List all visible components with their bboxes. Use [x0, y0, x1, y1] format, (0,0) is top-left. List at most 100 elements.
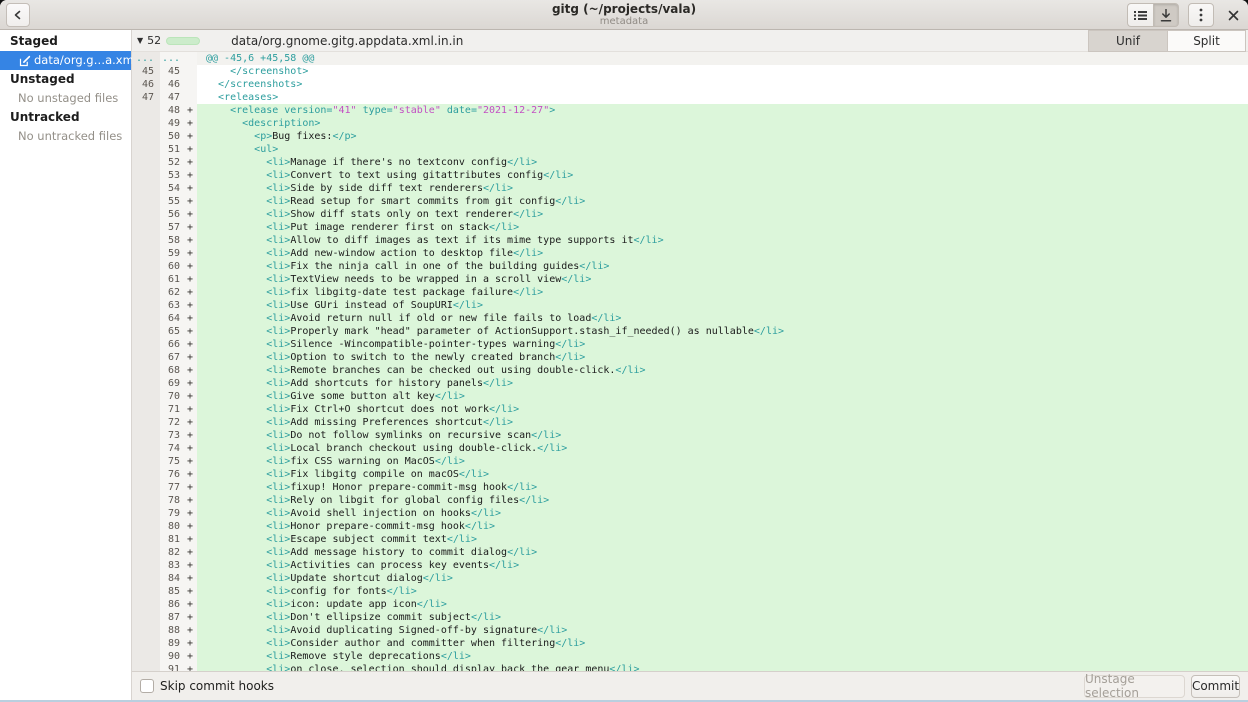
- old-line-number: [132, 273, 160, 286]
- diff-line[interactable]: 59+ <li>Add new-window action to desktop…: [132, 247, 1248, 260]
- diff-line[interactable]: 4747 <releases>: [132, 91, 1248, 104]
- diff-line[interactable]: 86+ <li>icon: update app icon</li>: [132, 598, 1248, 611]
- commit-button[interactable]: Commit: [1191, 675, 1240, 698]
- diff-line[interactable]: 52+ <li>Manage if there's no textconv co…: [132, 156, 1248, 169]
- diff-line[interactable]: 75+ <li>fix CSS warning on MacOS</li>: [132, 455, 1248, 468]
- new-line-number: 46: [160, 78, 183, 91]
- diff-line-content: <li>Rely on libgit for global config fil…: [197, 494, 1248, 507]
- diff-line[interactable]: 4545 </screenshot>: [132, 65, 1248, 78]
- diff-line[interactable]: 89+ <li>Consider author and committer wh…: [132, 637, 1248, 650]
- diff-line[interactable]: 81+ <li>Escape subject commit text</li>: [132, 533, 1248, 546]
- diff-line[interactable]: 82+ <li>Add message history to commit di…: [132, 546, 1248, 559]
- diff-line[interactable]: 62+ <li>fix libgitg-date test package fa…: [132, 286, 1248, 299]
- diff-line[interactable]: 70+ <li>Give some button alt key</li>: [132, 390, 1248, 403]
- diff-line[interactable]: 67+ <li>Option to switch to the newly cr…: [132, 351, 1248, 364]
- new-line-number: 84: [160, 572, 183, 585]
- diff-sign: +: [183, 156, 197, 169]
- diff-line[interactable]: 69+ <li>Add shortcuts for history panels…: [132, 377, 1248, 390]
- diff-line[interactable]: 74+ <li>Local branch checkout using doub…: [132, 442, 1248, 455]
- diff-line-content: <li>on close, selection should display b…: [197, 663, 1248, 671]
- diff-line[interactable]: 56+ <li>Show diff stats only on text ren…: [132, 208, 1248, 221]
- diff-line[interactable]: 84+ <li>Update shortcut dialog</li>: [132, 572, 1248, 585]
- diff-line[interactable]: 90+ <li>Remove style deprecations</li>: [132, 650, 1248, 663]
- diff-line[interactable]: 91+ <li>on close, selection should displ…: [132, 663, 1248, 671]
- diff-line[interactable]: 49+ <description>: [132, 117, 1248, 130]
- new-line-number: 45: [160, 65, 183, 78]
- diff-line[interactable]: 55+ <li>Read setup for smart commits fro…: [132, 195, 1248, 208]
- skip-commit-hooks-checkbox[interactable]: [140, 679, 154, 693]
- diff-line[interactable]: 64+ <li>Avoid return null if old or new …: [132, 312, 1248, 325]
- commit-view-button[interactable]: [1153, 3, 1179, 27]
- close-button[interactable]: [1222, 4, 1244, 26]
- diff-line[interactable]: 54+ <li>Side by side diff text renderers…: [132, 182, 1248, 195]
- diff-line[interactable]: 76+ <li>Fix libgitg compile on macOS</li…: [132, 468, 1248, 481]
- vertical-dots-icon: [1199, 8, 1203, 22]
- diff-line[interactable]: 88+ <li>Avoid duplicating Signed-off-by …: [132, 624, 1248, 637]
- diff-line[interactable]: 51+ <ul>: [132, 143, 1248, 156]
- diff-line[interactable]: 50+ <p>Bug fixes:</p>: [132, 130, 1248, 143]
- diff-line-content: <li>Give some button alt key</li>: [197, 390, 1248, 403]
- unstage-selection-button[interactable]: Unstage selection: [1084, 675, 1185, 698]
- diff-line[interactable]: 77+ <li>fixup! Honor prepare-commit-msg …: [132, 481, 1248, 494]
- diff-line[interactable]: 73+ <li>Do not follow symlinks on recurs…: [132, 429, 1248, 442]
- diff-line[interactable]: 80+ <li>Honor prepare-commit-msg hook</l…: [132, 520, 1248, 533]
- diff-sign: +: [183, 117, 197, 130]
- diff-line[interactable]: 58+ <li>Allow to diff images as text if …: [132, 234, 1248, 247]
- triangle-down-icon[interactable]: ▼: [137, 36, 143, 45]
- new-line-number: 83: [160, 559, 183, 572]
- commit-action-bar: Skip commit hooks Unstage selection Comm…: [132, 671, 1248, 700]
- diff-line[interactable]: 72+ <li>Add missing Preferences shortcut…: [132, 416, 1248, 429]
- diff-line[interactable]: 83+ <li>Activities can process key event…: [132, 559, 1248, 572]
- new-line-number: 58: [160, 234, 183, 247]
- new-line-number: 69: [160, 377, 183, 390]
- diff-line[interactable]: 61+ <li>TextView needs to be wrapped in …: [132, 273, 1248, 286]
- old-line-number: 46: [132, 78, 160, 91]
- diff-stat-count: 52: [147, 34, 161, 47]
- diff-line[interactable]: 78+ <li>Rely on libgit for global config…: [132, 494, 1248, 507]
- diff-line[interactable]: 48+ <release version="41" type="stable" …: [132, 104, 1248, 117]
- old-line-number: [132, 533, 160, 546]
- new-line-number: 59: [160, 247, 183, 260]
- diff-line[interactable]: 4646 </screenshots>: [132, 78, 1248, 91]
- history-list-button[interactable]: [1127, 3, 1153, 27]
- diff-line-content: <releases>: [197, 91, 1248, 104]
- diff-sign: +: [183, 195, 197, 208]
- diff-line-content: <li>Add new-window action to desktop fil…: [197, 247, 1248, 260]
- old-line-number: [132, 507, 160, 520]
- back-button[interactable]: [6, 3, 30, 27]
- unified-view-button[interactable]: Unif: [1088, 30, 1167, 52]
- diff-line[interactable]: 57+ <li>Put image renderer first on stac…: [132, 221, 1248, 234]
- diff-line[interactable]: 60+ <li>Fix the ninja call in one of the…: [132, 260, 1248, 273]
- new-line-number: 70: [160, 390, 183, 403]
- diff-line[interactable]: 79+ <li>Avoid shell injection on hooks</…: [132, 507, 1248, 520]
- diff-line[interactable]: 65+ <li>Properly mark "head" parameter o…: [132, 325, 1248, 338]
- diff-line[interactable]: 85+ <li>config for fonts</li>: [132, 585, 1248, 598]
- diff-line[interactable]: 53+ <li>Convert to text using gitattribu…: [132, 169, 1248, 182]
- diff-line-content: <li>Avoid shell injection on hooks</li>: [197, 507, 1248, 520]
- diff-line[interactable]: 63+ <li>Use GUri instead of SoupURI</li>: [132, 299, 1248, 312]
- diff-sign: [183, 65, 197, 78]
- diff-line-content: <release version="41" type="stable" date…: [197, 104, 1248, 117]
- diff-line-content: <li>Show diff stats only on text rendere…: [197, 208, 1248, 221]
- new-line-number: 76: [160, 468, 183, 481]
- new-line-number: 48: [160, 104, 183, 117]
- diff-line[interactable]: 71+ <li>Fix Ctrl+O shortcut does not wor…: [132, 403, 1248, 416]
- new-line-number: 77: [160, 481, 183, 494]
- diff-sign: +: [183, 247, 197, 260]
- old-line-number: [132, 611, 160, 624]
- diff-sign: +: [183, 338, 197, 351]
- old-line-number: [132, 104, 160, 117]
- diff-line[interactable]: 66+ <li>Silence -Wincompatible-pointer-t…: [132, 338, 1248, 351]
- diff-line[interactable]: 87+ <li>Don't ellipsize commit subject</…: [132, 611, 1248, 624]
- diff-hunk-header[interactable]: ......@@ -45,6 +45,58 @@: [132, 52, 1248, 65]
- sidebar-item-staged-file[interactable]: data/org.g…a.xml.in.in: [0, 51, 131, 70]
- unstaged-placeholder: No unstaged files: [0, 89, 131, 108]
- new-line-number: ...: [160, 52, 183, 65]
- diff-line[interactable]: 68+ <li>Remote branches can be checked o…: [132, 364, 1248, 377]
- split-view-button[interactable]: Split: [1167, 30, 1246, 52]
- menu-button[interactable]: [1188, 3, 1214, 27]
- old-line-number: [132, 234, 160, 247]
- diff-sign: +: [183, 598, 197, 611]
- window-titles: gitg (~/projects/vala) metadata: [0, 2, 1248, 27]
- diff-sign: +: [183, 572, 197, 585]
